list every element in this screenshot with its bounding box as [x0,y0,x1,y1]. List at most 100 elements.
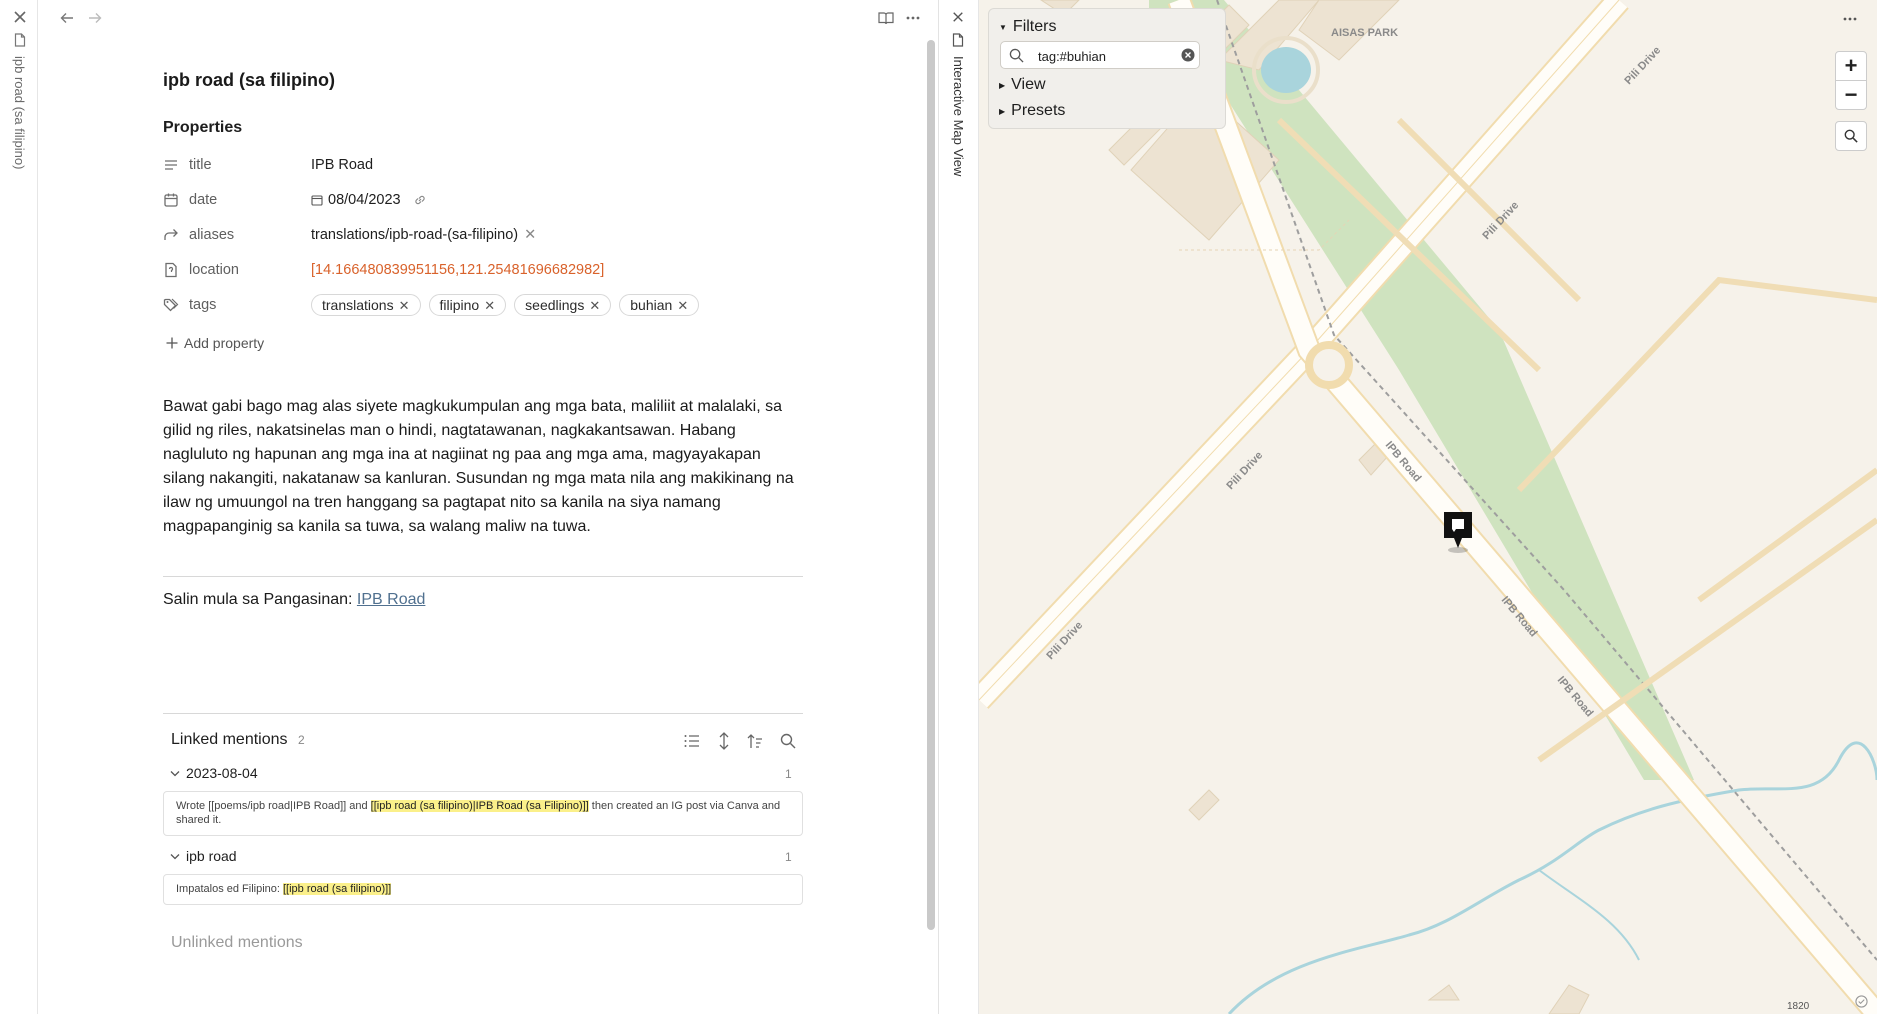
building [1188,789,1220,821]
property-value-aliases[interactable]: translations/ipb-road-(sa-filipino) ✕ [311,227,536,243]
vertical-tab-title[interactable]: ipb road (sa filipino) [12,56,27,169]
zoom-in-button[interactable]: + [1835,51,1867,81]
search-icon [1009,48,1024,63]
mention-group-count: 1 [785,850,792,864]
link-icon[interactable] [413,193,427,207]
map-search-input[interactable]: tag:#buhian [1000,41,1200,69]
forward-arrow-icon[interactable] [85,9,105,27]
property-row-tags[interactable]: tags translations ✕ filipino ✕ seedlings ✕ … [163,291,813,321]
forward-arrow-icon [163,227,181,245]
linked-mentions-header[interactable]: Linked mentions 2 [171,731,305,749]
sort-icon[interactable] [744,731,766,751]
text-lines-icon [163,157,181,175]
tag-label: buhian [630,297,673,313]
expand-vertical-icon[interactable] [713,730,735,752]
unlinked-mentions-header[interactable]: Unlinked mentions [171,934,303,952]
mini-calendar-icon [311,194,323,206]
backlinks-divider [163,713,803,714]
snippet-text: Wrote [[poems/ipb road|IPB Road]] and [176,800,371,812]
add-property-label: Add property [184,335,265,351]
mention-group-name: 2023-08-04 [186,765,258,781]
file-icon [949,31,967,49]
view-toggle[interactable]: ▶ View [999,76,1046,94]
left-sidebar-strip: ipb road (sa filipino) [0,0,38,1014]
search-icon [1844,129,1858,143]
source-line: Salin mula sa Pangasinan: IPB Road [163,591,425,609]
property-row-location[interactable]: location [14.166480839951156,121.2548169… [163,256,813,286]
remove-tag-icon[interactable]: ✕ [589,298,600,313]
map-search-value: tag:#buhian [1038,49,1106,64]
calendar-icon [163,192,181,210]
building [1427,984,1460,1001]
tag-pill[interactable]: filipino ✕ [428,294,507,316]
view-label: View [1011,76,1046,93]
scrollbar-thumb[interactable] [927,40,935,930]
property-key-aliases: aliases [189,227,235,243]
building [1548,984,1590,1014]
property-value-location[interactable]: [14.166480839951156,121.25481696682982] [311,262,604,278]
source-prefix: Salin mula sa Pangasinan: [163,591,357,608]
map-filters-panel: ▼ Filters tag:#buhian ▶ View ▶ Presets [988,8,1226,129]
mention-group-name: ipb road [186,848,237,864]
property-row-date[interactable]: title date 08/04/2023 [163,186,813,216]
note-title: ipb road (sa filipino) [163,70,335,90]
tags-list: translations ✕ filipino ✕ seedlings ✕ buhia… [311,294,703,316]
add-property-button[interactable]: Add property [166,335,264,351]
triangle-down-icon: ▼ [999,22,1007,32]
more-options-icon[interactable] [903,8,923,28]
search-icon[interactable] [777,731,799,751]
mention-snippet[interactable]: Impatalos ed Filipino: [[ipb road (sa fi… [163,874,803,905]
tag-pill[interactable]: seedlings ✕ [514,294,612,316]
tag-pill[interactable]: buhian ✕ [619,294,700,316]
triangle-right-icon: ▶ [999,106,1006,116]
snippet-highlight: [[ipb road (sa filipino)|IPB Road (sa Fi… [370,800,589,812]
vertical-tab-title[interactable]: Interactive Map View [951,56,966,176]
property-row-aliases[interactable]: aliases translations/ipb-road-(sa-filipi… [163,221,813,251]
clear-search-icon[interactable] [1181,48,1195,62]
tag-pill[interactable]: translations ✕ [311,294,421,316]
presets-toggle[interactable]: ▶ Presets [999,102,1065,120]
map-label-pili-drive: Pili Drive [1622,44,1663,87]
property-value-title[interactable]: IPB Road [311,157,373,173]
property-row-title[interactable]: title IPB Road [163,151,813,181]
close-icon[interactable] [11,8,29,26]
scale-label: 1820 [1787,1001,1810,1012]
plus-icon [166,337,178,349]
tags-icon [163,297,181,315]
remove-alias-icon[interactable]: ✕ [524,227,536,243]
roundabout [1305,341,1353,389]
mention-group-header[interactable]: ipb road [170,848,237,864]
map-canvas[interactable]: AISAS PARK Pili Drive Pili Drive Pili Dr… [979,0,1877,1014]
date-field[interactable]: 08/04/2023 [311,192,427,208]
file-question-icon [163,262,181,280]
alias-text: translations/ipb-road-(sa-filipino) [311,227,519,243]
zoom-out-button[interactable]: − [1835,80,1867,110]
mention-snippet[interactable]: Wrote [[poems/ipb road|IPB Road]] and [[… [163,791,803,836]
snippet-highlight: [[ipb road (sa filipino)]] [283,883,392,895]
file-icon [11,31,29,49]
remove-tag-icon[interactable]: ✕ [399,298,410,313]
remove-tag-icon[interactable]: ✕ [677,298,688,313]
presets-label: Presets [1011,102,1066,119]
close-icon[interactable] [949,8,967,26]
pond [1261,47,1311,93]
mention-group-header[interactable]: 2023-08-04 [170,765,258,781]
chevron-down-icon [170,770,180,777]
tag-label: seedlings [525,297,585,313]
mention-group-count: 1 [785,767,792,781]
property-value-date[interactable]: 08/04/2023 [328,192,401,208]
map-search-button[interactable] [1835,121,1867,151]
source-link[interactable]: IPB Road [357,591,425,608]
property-key-tags: tags [189,297,217,313]
back-arrow-icon[interactable] [57,9,77,27]
property-key-location: location [189,262,239,278]
creek [1227,741,1877,1014]
filters-toggle[interactable]: ▼ Filters [999,18,1056,36]
linked-mentions-count: 2 [297,733,305,747]
reading-view-icon[interactable] [876,8,896,28]
list-collapse-icon[interactable] [681,731,703,751]
snippet-text: Impatalos ed Filipino: [176,883,283,895]
remove-tag-icon[interactable]: ✕ [484,298,495,313]
linked-mentions-label: Linked mentions [171,731,288,748]
map-more-options-icon[interactable] [1839,10,1861,28]
